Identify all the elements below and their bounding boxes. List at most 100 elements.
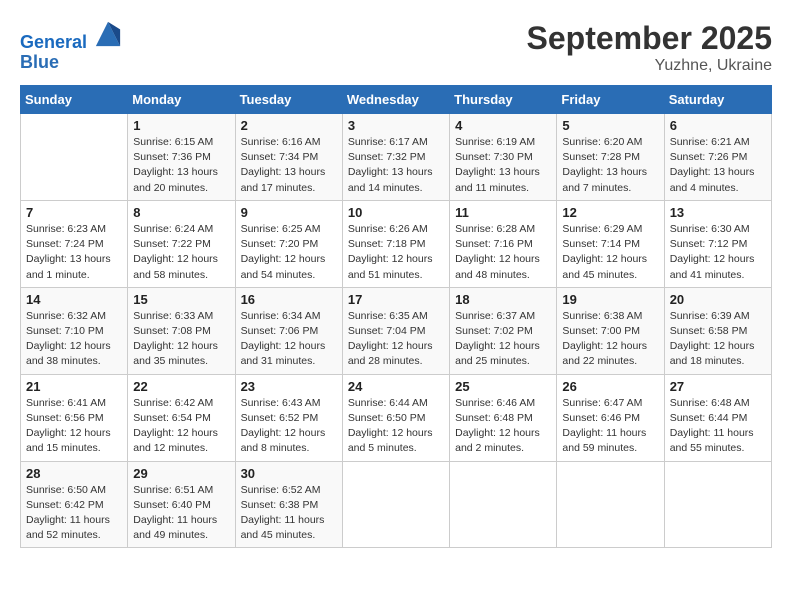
calendar-cell: 27 Sunrise: 6:48 AM Sunset: 6:44 PM Dayli… bbox=[664, 374, 771, 461]
day-info: Sunrise: 6:26 AM Sunset: 7:18 PM Dayligh… bbox=[348, 222, 444, 283]
calendar-table: SundayMondayTuesdayWednesdayThursdayFrid… bbox=[20, 85, 772, 548]
day-number: 16 bbox=[241, 292, 337, 307]
col-header-tuesday: Tuesday bbox=[235, 86, 342, 114]
calendar-cell: 6Sunrise: 6:21 AM Sunset: 7:26 PM Daylig… bbox=[664, 114, 771, 201]
day-info: Sunrise: 6:17 AM Sunset: 7:32 PM Dayligh… bbox=[348, 135, 444, 196]
day-number: 15 bbox=[133, 292, 229, 307]
calendar-cell: 18 Sunrise: 6:37 AM Sunset: 7:02 PM Dayli… bbox=[450, 287, 557, 374]
day-info: Sunrise: 6:43 AM Sunset: 6:52 PM Dayligh… bbox=[241, 396, 337, 457]
day-number: 2 bbox=[241, 118, 337, 133]
day-number: 22 bbox=[133, 379, 229, 394]
day-number: 28 bbox=[26, 466, 122, 481]
day-number: 29 bbox=[133, 466, 229, 481]
calendar-cell bbox=[21, 114, 128, 201]
calendar-cell: 22 Sunrise: 6:42 AM Sunset: 6:54 PM Dayli… bbox=[128, 374, 235, 461]
day-info: Sunrise: 6:48 AM Sunset: 6:44 PM Dayligh… bbox=[670, 396, 766, 457]
calendar-cell: 2 Sunrise: 6:16 AM Sunset: 7:34 PM Daylig… bbox=[235, 114, 342, 201]
day-number: 7 bbox=[26, 205, 122, 220]
day-number: 17 bbox=[348, 292, 444, 307]
calendar-cell: 26Sunrise: 6:47 AM Sunset: 6:46 PM Dayli… bbox=[557, 374, 664, 461]
page-header: General Blue September 2025 Yuzhne, Ukra… bbox=[20, 20, 772, 75]
day-number: 1 bbox=[133, 118, 229, 133]
day-number: 9 bbox=[241, 205, 337, 220]
day-info: Sunrise: 6:39 AM Sunset: 6:58 PM Dayligh… bbox=[670, 309, 766, 370]
day-info: Sunrise: 6:23 AM Sunset: 7:24 PM Dayligh… bbox=[26, 222, 122, 283]
day-info: Sunrise: 6:47 AM Sunset: 6:46 PM Dayligh… bbox=[562, 396, 658, 457]
day-info: Sunrise: 6:51 AM Sunset: 6:40 PM Dayligh… bbox=[133, 483, 229, 544]
day-info: Sunrise: 6:33 AM Sunset: 7:08 PM Dayligh… bbox=[133, 309, 229, 370]
day-number: 21 bbox=[26, 379, 122, 394]
calendar-cell: 28 Sunrise: 6:50 AM Sunset: 6:42 PM Dayli… bbox=[21, 461, 128, 548]
logo-icon bbox=[94, 20, 122, 48]
day-number: 18 bbox=[455, 292, 551, 307]
calendar-cell bbox=[342, 461, 449, 548]
day-info: Sunrise: 6:38 AM Sunset: 7:00 PM Dayligh… bbox=[562, 309, 658, 370]
day-info: Sunrise: 6:44 AM Sunset: 6:50 PM Dayligh… bbox=[348, 396, 444, 457]
calendar-week-row: 7 Sunrise: 6:23 AM Sunset: 7:24 PM Daylig… bbox=[21, 200, 772, 287]
day-number: 13 bbox=[670, 205, 766, 220]
calendar-cell: 9 Sunrise: 6:25 AM Sunset: 7:20 PM Daylig… bbox=[235, 200, 342, 287]
day-info: Sunrise: 6:16 AM Sunset: 7:34 PM Dayligh… bbox=[241, 135, 337, 196]
calendar-cell bbox=[450, 461, 557, 548]
day-number: 4 bbox=[455, 118, 551, 133]
calendar-cell: 20Sunrise: 6:39 AM Sunset: 6:58 PM Dayli… bbox=[664, 287, 771, 374]
col-header-saturday: Saturday bbox=[664, 86, 771, 114]
calendar-week-row: 14 Sunrise: 6:32 AM Sunset: 7:10 PM Dayli… bbox=[21, 287, 772, 374]
day-info: Sunrise: 6:30 AM Sunset: 7:12 PM Dayligh… bbox=[670, 222, 766, 283]
day-number: 30 bbox=[241, 466, 337, 481]
col-header-thursday: Thursday bbox=[450, 86, 557, 114]
calendar-cell: 13 Sunrise: 6:30 AM Sunset: 7:12 PM Dayli… bbox=[664, 200, 771, 287]
calendar-cell: 24 Sunrise: 6:44 AM Sunset: 6:50 PM Dayli… bbox=[342, 374, 449, 461]
logo-text: General bbox=[20, 20, 122, 53]
calendar-week-row: 28 Sunrise: 6:50 AM Sunset: 6:42 PM Dayli… bbox=[21, 461, 772, 548]
day-info: Sunrise: 6:52 AM Sunset: 6:38 PM Dayligh… bbox=[241, 483, 337, 544]
day-info: Sunrise: 6:50 AM Sunset: 6:42 PM Dayligh… bbox=[26, 483, 122, 544]
month-title: September 2025 bbox=[527, 20, 772, 57]
day-number: 8 bbox=[133, 205, 229, 220]
day-info: Sunrise: 6:42 AM Sunset: 6:54 PM Dayligh… bbox=[133, 396, 229, 457]
calendar-cell bbox=[664, 461, 771, 548]
day-info: Sunrise: 6:24 AM Sunset: 7:22 PM Dayligh… bbox=[133, 222, 229, 283]
calendar-cell: 29 Sunrise: 6:51 AM Sunset: 6:40 PM Dayli… bbox=[128, 461, 235, 548]
day-info: Sunrise: 6:41 AM Sunset: 6:56 PM Dayligh… bbox=[26, 396, 122, 457]
calendar-cell: 3 Sunrise: 6:17 AM Sunset: 7:32 PM Daylig… bbox=[342, 114, 449, 201]
col-header-sunday: Sunday bbox=[21, 86, 128, 114]
day-number: 3 bbox=[348, 118, 444, 133]
title-block: September 2025 Yuzhne, Ukraine bbox=[527, 20, 772, 75]
day-info: Sunrise: 6:32 AM Sunset: 7:10 PM Dayligh… bbox=[26, 309, 122, 370]
calendar-cell bbox=[557, 461, 664, 548]
day-info: Sunrise: 6:35 AM Sunset: 7:04 PM Dayligh… bbox=[348, 309, 444, 370]
calendar-cell: 21 Sunrise: 6:41 AM Sunset: 6:56 PM Dayli… bbox=[21, 374, 128, 461]
day-number: 11 bbox=[455, 205, 551, 220]
calendar-cell: 4Sunrise: 6:19 AM Sunset: 7:30 PM Daylig… bbox=[450, 114, 557, 201]
calendar-week-row: 21 Sunrise: 6:41 AM Sunset: 6:56 PM Dayli… bbox=[21, 374, 772, 461]
calendar-cell: 8 Sunrise: 6:24 AM Sunset: 7:22 PM Daylig… bbox=[128, 200, 235, 287]
calendar-cell: 5Sunrise: 6:20 AM Sunset: 7:28 PM Daylig… bbox=[557, 114, 664, 201]
calendar-cell: 23Sunrise: 6:43 AM Sunset: 6:52 PM Dayli… bbox=[235, 374, 342, 461]
logo: General Blue bbox=[20, 20, 122, 73]
logo-blue-text: Blue bbox=[20, 53, 122, 73]
calendar-cell: 11 Sunrise: 6:28 AM Sunset: 7:16 PM Dayli… bbox=[450, 200, 557, 287]
calendar-cell: 19 Sunrise: 6:38 AM Sunset: 7:00 PM Dayli… bbox=[557, 287, 664, 374]
calendar-cell: 16Sunrise: 6:34 AM Sunset: 7:06 PM Dayli… bbox=[235, 287, 342, 374]
calendar-header-row: SundayMondayTuesdayWednesdayThursdayFrid… bbox=[21, 86, 772, 114]
calendar-cell: 7 Sunrise: 6:23 AM Sunset: 7:24 PM Daylig… bbox=[21, 200, 128, 287]
day-info: Sunrise: 6:20 AM Sunset: 7:28 PM Dayligh… bbox=[562, 135, 658, 196]
calendar-cell: 15 Sunrise: 6:33 AM Sunset: 7:08 PM Dayli… bbox=[128, 287, 235, 374]
day-number: 19 bbox=[562, 292, 658, 307]
day-number: 27 bbox=[670, 379, 766, 394]
day-info: Sunrise: 6:46 AM Sunset: 6:48 PM Dayligh… bbox=[455, 396, 551, 457]
day-number: 14 bbox=[26, 292, 122, 307]
day-number: 24 bbox=[348, 379, 444, 394]
day-info: Sunrise: 6:25 AM Sunset: 7:20 PM Dayligh… bbox=[241, 222, 337, 283]
col-header-monday: Monday bbox=[128, 86, 235, 114]
day-info: Sunrise: 6:28 AM Sunset: 7:16 PM Dayligh… bbox=[455, 222, 551, 283]
calendar-cell: 25 Sunrise: 6:46 AM Sunset: 6:48 PM Dayli… bbox=[450, 374, 557, 461]
day-number: 12 bbox=[562, 205, 658, 220]
day-info: Sunrise: 6:15 AM Sunset: 7:36 PM Dayligh… bbox=[133, 135, 229, 196]
day-number: 25 bbox=[455, 379, 551, 394]
col-header-wednesday: Wednesday bbox=[342, 86, 449, 114]
day-info: Sunrise: 6:37 AM Sunset: 7:02 PM Dayligh… bbox=[455, 309, 551, 370]
calendar-week-row: 1 Sunrise: 6:15 AM Sunset: 7:36 PM Daylig… bbox=[21, 114, 772, 201]
day-info: Sunrise: 6:21 AM Sunset: 7:26 PM Dayligh… bbox=[670, 135, 766, 196]
